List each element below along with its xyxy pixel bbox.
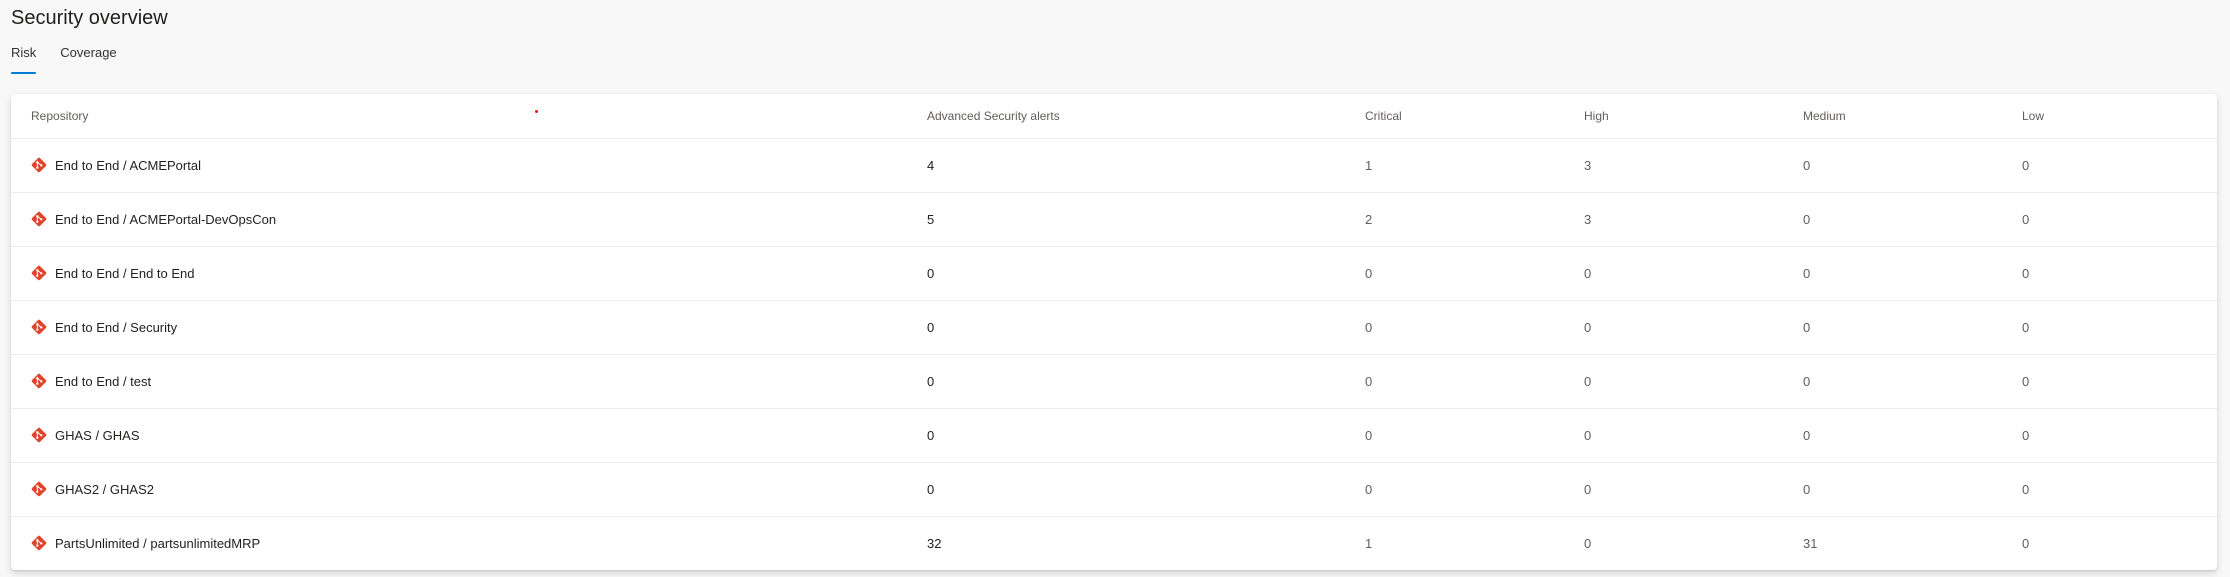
git-repo-icon	[31, 535, 47, 551]
column-header-alerts[interactable]: Advanced Security alerts	[927, 94, 1365, 139]
alerts-count: 0	[927, 373, 935, 389]
alerts-count: 4	[927, 157, 935, 173]
repository-cell[interactable]: GHAS2 / GHAS2	[11, 462, 927, 516]
alerts-count: 0	[927, 319, 935, 335]
critical-count: 0	[1365, 319, 1373, 335]
table-row[interactable]: End to End / ACMEPortal 4 1 3 0 0	[11, 138, 2217, 192]
high-count: 3	[1584, 211, 1592, 227]
table-row[interactable]: End to End / End to End 0 0 0 0 0	[11, 246, 2217, 300]
column-header-critical[interactable]: Critical	[1365, 94, 1584, 139]
repository-cell[interactable]: GHAS / GHAS	[11, 408, 927, 462]
repository-cell[interactable]: End to End / Security	[11, 300, 927, 354]
tab-bar: Risk Coverage	[11, 42, 117, 76]
column-header-high[interactable]: High	[1584, 94, 1803, 139]
medium-count: 0	[1803, 481, 1811, 497]
repository-name[interactable]: PartsUnlimited / partsunlimitedMRP	[55, 536, 260, 551]
high-count: 0	[1584, 373, 1592, 389]
medium-count: 0	[1803, 319, 1811, 335]
alerts-count: 0	[927, 265, 935, 281]
repository-name[interactable]: GHAS / GHAS	[55, 428, 140, 443]
high-count: 0	[1584, 427, 1592, 443]
medium-count: 0	[1803, 265, 1811, 281]
high-count: 0	[1584, 481, 1592, 497]
git-repo-icon	[31, 265, 47, 281]
high-count: 3	[1584, 157, 1592, 173]
alerts-count: 5	[927, 211, 935, 227]
critical-count: 1	[1365, 535, 1373, 551]
git-repo-icon	[31, 157, 47, 173]
table-row[interactable]: End to End / test 0 0 0 0 0	[11, 354, 2217, 408]
repository-name[interactable]: End to End / End to End	[55, 266, 195, 281]
low-count: 0	[2022, 535, 2030, 551]
git-repo-icon	[31, 319, 47, 335]
repository-cell[interactable]: End to End / ACMEPortal	[11, 138, 927, 192]
tab-coverage[interactable]: Coverage	[60, 42, 116, 76]
low-count: 0	[2022, 373, 2030, 389]
column-header-medium[interactable]: Medium	[1803, 94, 2022, 139]
high-count: 0	[1584, 535, 1592, 551]
security-table: Repository Advanced Security alerts Crit…	[11, 94, 2217, 570]
table-row[interactable]: PartsUnlimited / partsunlimitedMRP 32 1 0 31…	[11, 516, 2217, 570]
medium-count: 0	[1803, 427, 1811, 443]
low-count: 0	[2022, 211, 2030, 227]
alerts-count: 0	[927, 481, 935, 497]
repository-name[interactable]: End to End / test	[55, 374, 151, 389]
critical-count: 1	[1365, 157, 1373, 173]
column-header-low[interactable]: Low	[2022, 94, 2217, 139]
git-repo-icon	[31, 373, 47, 389]
table-row[interactable]: GHAS2 / GHAS2 0 0 0 0 0	[11, 462, 2217, 516]
column-header-repository[interactable]: Repository	[11, 94, 927, 139]
medium-count: 31	[1803, 535, 1818, 551]
table-row[interactable]: GHAS / GHAS 0 0 0 0 0	[11, 408, 2217, 462]
low-count: 0	[2022, 157, 2030, 173]
repository-name[interactable]: End to End / ACMEPortal-DevOpsCon	[55, 212, 276, 227]
repository-name[interactable]: End to End / Security	[55, 320, 177, 335]
git-repo-icon	[31, 211, 47, 227]
medium-count: 0	[1803, 211, 1811, 227]
table-header-row: Repository Advanced Security alerts Crit…	[11, 94, 2217, 139]
low-count: 0	[2022, 319, 2030, 335]
repository-cell[interactable]: End to End / test	[11, 354, 927, 408]
indicator-dot	[535, 110, 538, 113]
security-table-card: Repository Advanced Security alerts Crit…	[11, 94, 2217, 570]
git-repo-icon	[31, 427, 47, 443]
medium-count: 0	[1803, 373, 1811, 389]
repository-name[interactable]: End to End / ACMEPortal	[55, 158, 201, 173]
repository-cell[interactable]: End to End / End to End	[11, 246, 927, 300]
low-count: 0	[2022, 427, 2030, 443]
high-count: 0	[1584, 319, 1592, 335]
high-count: 0	[1584, 265, 1592, 281]
critical-count: 0	[1365, 265, 1373, 281]
table-row[interactable]: End to End / ACMEPortal-DevOpsCon 5 2 3 0 0	[11, 192, 2217, 246]
repository-cell[interactable]: End to End / ACMEPortal-DevOpsCon	[11, 192, 927, 246]
git-repo-icon	[31, 481, 47, 497]
critical-count: 0	[1365, 481, 1373, 497]
page-title: Security overview	[11, 7, 168, 29]
alerts-count: 32	[927, 535, 942, 551]
low-count: 0	[2022, 265, 2030, 281]
critical-count: 2	[1365, 211, 1373, 227]
repository-cell[interactable]: PartsUnlimited / partsunlimitedMRP	[11, 516, 927, 570]
low-count: 0	[2022, 481, 2030, 497]
medium-count: 0	[1803, 157, 1811, 173]
table-row[interactable]: End to End / Security 0 0 0 0 0	[11, 300, 2217, 354]
critical-count: 0	[1365, 373, 1373, 389]
critical-count: 0	[1365, 427, 1373, 443]
repository-name[interactable]: GHAS2 / GHAS2	[55, 482, 154, 497]
alerts-count: 0	[927, 427, 935, 443]
tab-risk[interactable]: Risk	[11, 42, 37, 76]
